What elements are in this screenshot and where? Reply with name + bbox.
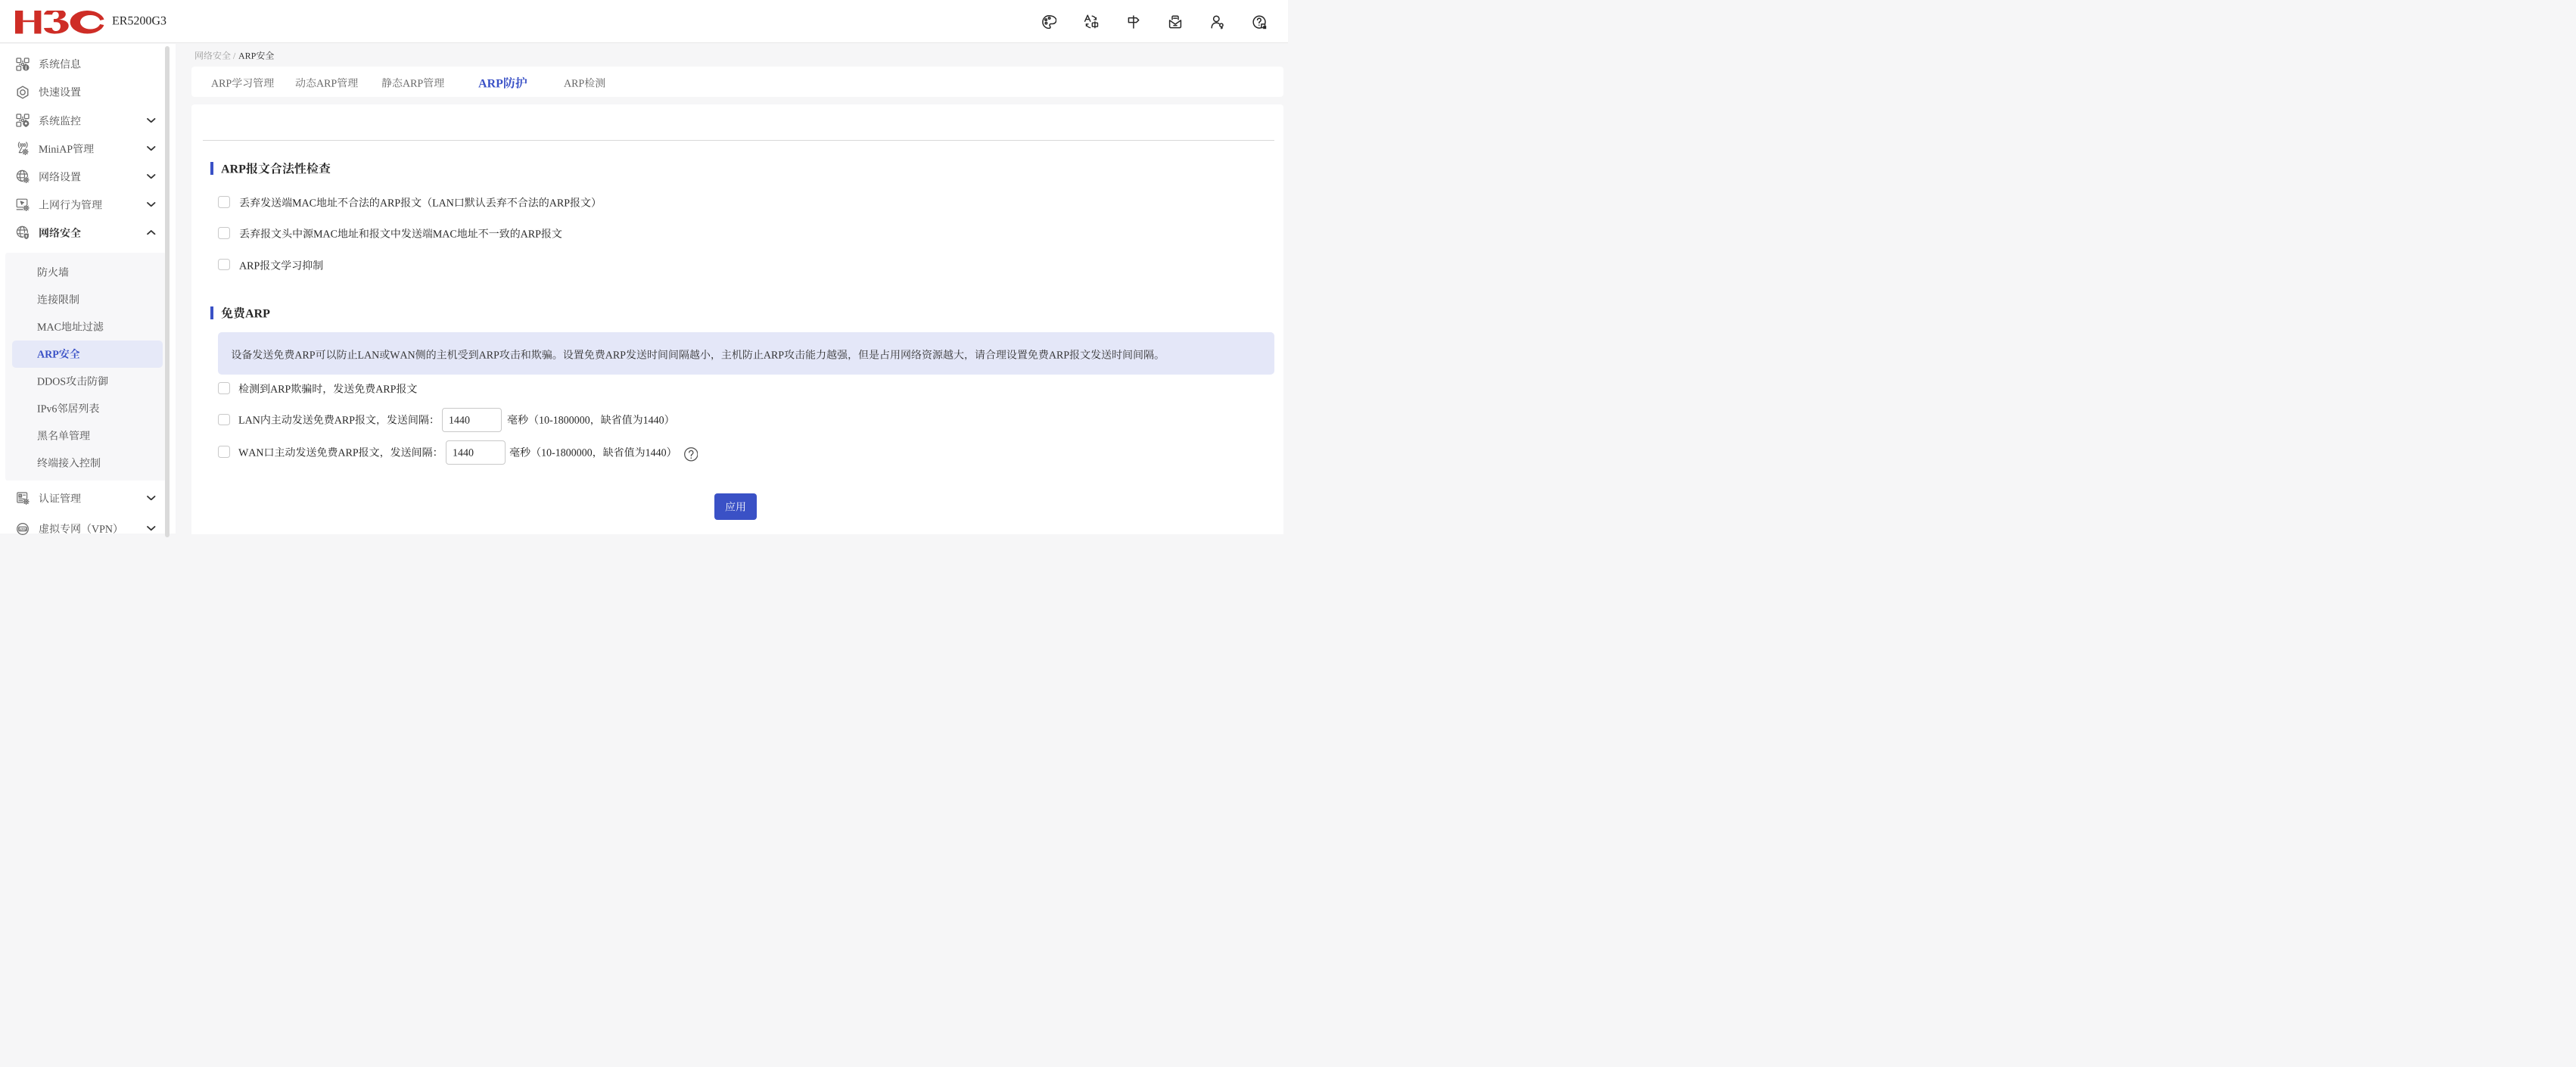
svg-text:VPN: VPN <box>19 527 26 531</box>
